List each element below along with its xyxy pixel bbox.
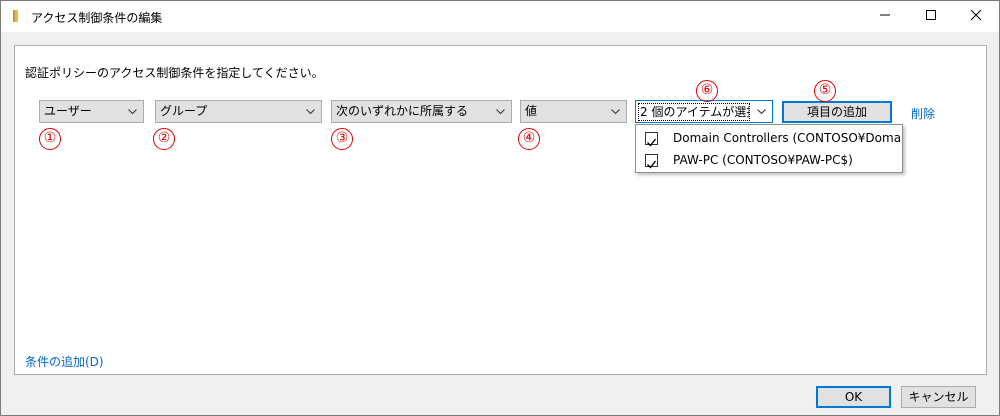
items-combo[interactable]: 2 個のアイテムが選択... xyxy=(635,100,773,123)
maximize-button[interactable] xyxy=(908,1,954,32)
operator-combo[interactable]: 次のいずれかに所属する xyxy=(331,100,512,123)
folder-icon xyxy=(9,9,23,23)
title-bar[interactable]: アクセス制御条件の編集 xyxy=(1,1,999,32)
operator-combo-value: 次のいずれかに所属する xyxy=(336,104,469,118)
delete-link[interactable]: 削除 xyxy=(911,105,935,122)
checkbox-checked-icon[interactable] xyxy=(645,132,658,147)
minimize-icon xyxy=(879,9,891,24)
dropdown-item-label: Domain Controllers (CONTOSO¥Doma... xyxy=(673,131,902,145)
items-combo-value: 2 個のアイテムが選択... xyxy=(638,103,750,121)
instruction-text: 認証ポリシーのアクセス制御条件を指定してください。 xyxy=(25,66,324,80)
chevron-down-icon xyxy=(304,101,316,122)
group-combo[interactable]: グループ xyxy=(155,100,322,123)
user-combo[interactable]: ユーザー xyxy=(39,100,144,123)
dropdown-item-paw-pc[interactable]: PAW-PC (CONTOSO¥PAW-PC$) xyxy=(636,149,902,171)
marker-3: ③ xyxy=(331,128,353,150)
marker-4: ④ xyxy=(518,128,540,150)
value-combo[interactable]: 値 xyxy=(520,100,627,123)
dialog-window: アクセス制御条件の編集 認証ポリシーのアクセス制御条件を指定してください。 ユー… xyxy=(0,0,1000,416)
user-combo-value: ユーザー xyxy=(44,104,92,118)
ok-button[interactable]: OK xyxy=(816,386,891,408)
checkbox-checked-icon[interactable] xyxy=(645,154,658,169)
chevron-down-icon xyxy=(494,101,506,122)
chevron-down-icon xyxy=(126,101,138,122)
close-button[interactable] xyxy=(953,1,999,32)
group-combo-value: グループ xyxy=(160,104,208,118)
marker-1: ① xyxy=(39,128,61,150)
chevron-down-icon xyxy=(755,101,767,122)
close-icon xyxy=(970,9,982,24)
conditions-panel: 認証ポリシーのアクセス制御条件を指定してください。 ユーザー グループ 次のいず… xyxy=(14,45,987,375)
maximize-icon xyxy=(925,9,937,24)
add-item-button[interactable]: 項目の追加 xyxy=(782,101,892,123)
dropdown-item-domain-controllers[interactable]: Domain Controllers (CONTOSO¥Doma... xyxy=(636,127,902,149)
cancel-button[interactable]: キャンセル xyxy=(901,386,976,408)
items-dropdown: Domain Controllers (CONTOSO¥Doma... PAW-… xyxy=(635,124,903,173)
minimize-button[interactable] xyxy=(862,1,908,32)
window-title: アクセス制御条件の編集 xyxy=(31,11,163,25)
dropdown-item-label: PAW-PC (CONTOSO¥PAW-PC$) xyxy=(673,153,853,167)
marker-5: ⑤ xyxy=(814,80,836,102)
marker-2: ② xyxy=(153,128,175,150)
add-condition-link[interactable]: 条件の追加(D) xyxy=(25,353,104,370)
value-combo-value: 値 xyxy=(525,104,538,118)
chevron-down-icon xyxy=(609,101,621,122)
marker-6: ⑥ xyxy=(696,80,718,102)
